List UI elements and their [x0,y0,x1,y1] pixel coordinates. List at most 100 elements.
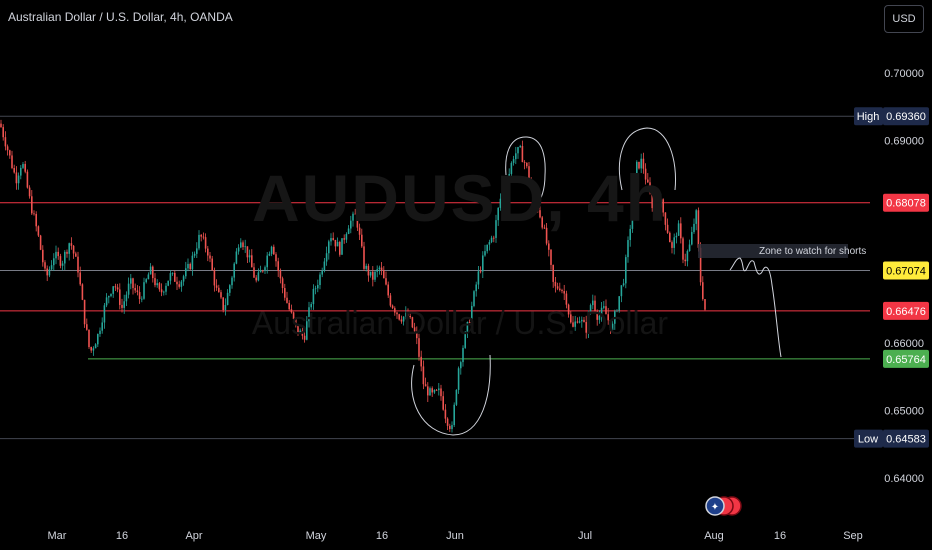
y-tick-label: 0.70000 [884,68,924,80]
name-watermark: Australian Dollar / U.S. Dollar [251,305,669,341]
candle-body [682,238,684,260]
price-label-value: 0.66476 [886,306,926,318]
candle-body [264,267,266,271]
candle-body [336,241,339,247]
candle-body [160,289,163,293]
candle-body [453,404,455,426]
candle-body [235,251,238,264]
x-tick-label: 16 [774,530,786,542]
candle-body [193,253,196,256]
candle-body [387,284,389,296]
candle-body [490,237,493,243]
candle-body [20,167,22,176]
candle-body [475,284,477,292]
candle-body [442,396,444,410]
candle-body [550,249,552,265]
candle-body [268,253,271,256]
candle-body [330,238,332,242]
candle-body [215,285,218,288]
candle-body [127,283,130,295]
candle-body [451,425,453,430]
candle-body [112,286,114,294]
x-tick-label: Apr [185,530,202,542]
candle-body [185,268,187,277]
candle-body [53,258,55,266]
candle-body [552,264,554,282]
candle-body [94,344,97,349]
x-tick-label: 16 [116,530,128,542]
y-tick-label: 0.69000 [884,136,924,148]
price-label-value: 0.68078 [886,198,926,210]
candle-body [462,347,464,363]
candle-body [363,246,365,269]
candle-body [99,330,101,335]
candle-body [141,298,143,300]
candle-body [438,388,440,391]
price-chart[interactable]: Zone to watch for shorts 0.70000 0.69000 0… [0,0,932,550]
currency-button[interactable]: USD [884,5,924,33]
x-tick-label: May [306,530,327,542]
y-tick-label: 0.65000 [884,406,924,418]
candle-body [101,322,103,331]
candle-body [446,418,449,426]
candle-body [270,246,273,254]
price-label-value: 0.69360 [886,111,926,123]
candle-body [211,258,213,271]
candle-body [174,272,176,282]
candle-body [42,249,44,263]
candle-body [237,247,240,252]
candle-body [312,288,315,305]
candle-body [675,235,678,238]
candle-body [431,388,433,393]
candle-body [6,146,9,151]
candle-body [493,237,495,239]
candle-body [57,251,59,257]
candle-body [66,251,68,254]
candle-body [75,253,77,257]
candle-body [147,274,150,280]
event-icons[interactable]: ✦ [705,496,742,516]
candle-body [372,271,374,280]
candle-body [156,283,158,286]
candle-body [484,251,486,256]
annotation-text[interactable]: Zone to watch for shorts [759,246,866,257]
candle-body [435,389,438,391]
candle-body [255,277,257,281]
candle-body [176,281,178,285]
candle-body [233,263,235,278]
candle-body [422,366,425,385]
candle-body [262,270,264,272]
candle-body [48,269,51,276]
candle-body [231,277,233,286]
candle-body [554,281,557,287]
candle-body [383,270,385,279]
candle-body [688,244,691,252]
candle-body [702,282,704,300]
candle-body [59,256,62,266]
candle-body [284,288,286,298]
candle-body [229,285,231,293]
chart-title: Australian Dollar / U.S. Dollar, 4h, OAN… [8,10,233,24]
candle-body [328,241,330,254]
candle-body [343,238,345,240]
candle-body [378,267,381,270]
candle-body [429,388,431,396]
price-label-value: 0.64583 [886,434,926,446]
candle-body [64,251,66,264]
candle-body [433,389,436,393]
candle-body [563,291,565,294]
candle-body [620,285,623,297]
price-label-value: 0.65764 [886,354,926,366]
candle-body [321,270,323,275]
candle-body [105,297,108,306]
candle-body [130,278,132,284]
candle-body [143,282,145,299]
candle-body [226,292,229,305]
candle-body [374,271,376,280]
candle-body [519,146,521,148]
candle-body [0,123,2,128]
candle-body [341,238,343,255]
candle-body [339,241,341,255]
symbol-watermark: AUDUSD, 4h [251,161,669,235]
candle-body [83,299,86,325]
